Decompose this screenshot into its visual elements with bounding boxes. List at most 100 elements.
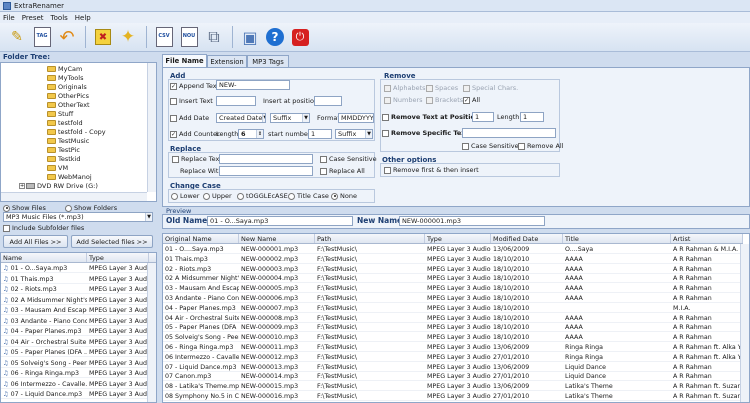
tree-item[interactable]: MyTools xyxy=(1,73,83,82)
add-counter-option[interactable]: ✓ Add Counter xyxy=(170,130,220,138)
case-toggle-option[interactable]: tOGGLEcASE xyxy=(237,192,288,200)
replace-with-input[interactable] xyxy=(219,166,313,176)
results-row[interactable]: 06 - Ringa Ringa.mp3 NEW-000011.mp3 F:\Tes… xyxy=(163,343,743,352)
file-list-header-type[interactable]: Type xyxy=(87,253,149,262)
results-row[interactable]: 08 - Latika's Theme.mp3 NEW-000015.mp3 F:\… xyxy=(163,382,743,392)
date-format-select[interactable]: MMDDYYYY▼ xyxy=(338,113,374,123)
remove-all-occurrences-checkbox[interactable] xyxy=(518,142,525,150)
tree-item[interactable]: VM xyxy=(1,163,68,172)
file-list[interactable]: Name Type ♫ 01 - O...Saya.mp3 MPEG Layer … xyxy=(0,252,157,403)
results-header-path[interactable]: Path xyxy=(315,234,425,243)
replace-text-option[interactable]: Replace Text xyxy=(172,155,222,163)
copy-icon[interactable]: ⧉ xyxy=(202,25,226,49)
add-date-option[interactable]: Add Date xyxy=(170,114,209,122)
remove-numbers-checkbox[interactable] xyxy=(384,96,391,104)
results-header-new-name[interactable]: New Name xyxy=(239,234,315,243)
file-list-row[interactable]: ♫ 03 Andante - Piano Conc... MPEG Layer 3… xyxy=(1,317,149,326)
tree-item[interactable]: Testkid xyxy=(1,154,81,163)
menu-preset[interactable]: Preset xyxy=(22,14,44,22)
remove-spaces-checkbox[interactable] xyxy=(426,84,433,92)
remove-first-insert-checkbox[interactable] xyxy=(384,166,391,174)
replace-text-checkbox[interactable] xyxy=(172,155,179,163)
csv-icon[interactable]: CSV xyxy=(152,25,176,49)
menu-help[interactable]: Help xyxy=(75,14,91,22)
results-row[interactable]: 03 Andante - Piano Conc...NEW-000006.mp3… xyxy=(163,294,743,303)
append-text-input[interactable]: NEW- xyxy=(216,80,290,90)
remove-case-sensitive-checkbox[interactable] xyxy=(462,142,469,150)
tree-item[interactable]: Stuff xyxy=(1,109,73,118)
remove-all-chars-checkbox[interactable]: ✓ xyxy=(463,96,470,104)
append-text-checkbox[interactable]: ✓ xyxy=(170,82,177,90)
file-list-row[interactable]: ♫ 07 - Liquid Dance.mp3 MPEG Layer 3 Audi… xyxy=(1,390,149,399)
remove-alphabets-option[interactable]: Alphabets xyxy=(384,84,426,92)
case-lower-option[interactable]: Lower xyxy=(171,192,199,200)
expand-icon[interactable]: + xyxy=(19,182,25,189)
menu-file[interactable]: File xyxy=(3,14,15,22)
tab-extension[interactable]: Extension xyxy=(207,55,247,67)
results-row[interactable]: 07 Canon.mp3 NEW-000014.mp3 F:\TestMusic\ M… xyxy=(163,372,743,382)
file-list-row[interactable]: ♫ 05 - Paper Planes (DFA ... MPEG Layer 3… xyxy=(1,348,149,357)
case-title-option[interactable]: Title Case xyxy=(288,192,329,200)
add-date-checkbox[interactable] xyxy=(170,114,177,122)
remove-brackets-option[interactable]: Brackets xyxy=(426,96,463,104)
file-list-row[interactable]: ♫ 06 - Ringa Ringa.mp3 MPEG Layer 3 Audio xyxy=(1,369,149,378)
add-counter-checkbox[interactable]: ✓ xyxy=(170,130,177,138)
results-row[interactable]: 04 Air - Orchestral Suite ...NEW-000008.… xyxy=(163,314,743,323)
results-row[interactable]: 01 Thais.mp3 NEW-000002.mp3 F:\TestMusic\ M… xyxy=(163,255,743,264)
file-list-row[interactable]: ♫ 05 Solveig's Song - Peer ... MPEG Layer… xyxy=(1,359,149,368)
file-list-scrollbar[interactable] xyxy=(147,263,156,402)
results-scrollbar[interactable] xyxy=(740,244,749,402)
include-subfolder-checkbox[interactable] xyxy=(3,224,10,232)
case-none-radio[interactable] xyxy=(331,192,338,200)
file-type-filter[interactable]: MP3 Music Files (*.mp3) ▼ xyxy=(3,212,153,222)
results-header-title[interactable]: Title xyxy=(563,234,671,243)
clear-icon[interactable]: ✦ xyxy=(116,25,140,49)
results-row[interactable]: 06 Intermezzo - Cavalleri...NEW-000012.m… xyxy=(163,353,743,362)
remove-alphabets-checkbox[interactable] xyxy=(384,84,391,92)
remove-specific-text-checkbox[interactable] xyxy=(382,129,389,137)
show-files-radio[interactable] xyxy=(3,204,10,212)
tree-horizontal-scrollbar[interactable] xyxy=(1,192,147,201)
show-folders-option[interactable]: Show Folders xyxy=(65,204,117,212)
remove-all-chars-option[interactable]: ✓ All xyxy=(463,96,480,104)
remove-special-chars-option[interactable]: Special Chars. xyxy=(463,84,518,92)
file-list-header-name[interactable]: Name xyxy=(1,253,87,262)
replace-all-checkbox[interactable] xyxy=(320,167,327,175)
results-header-type[interactable]: Type xyxy=(425,234,491,243)
results-row[interactable]: 02 A Midsummer Night's...NEW-000004.mp3 F… xyxy=(163,274,743,284)
tree-item[interactable]: testfold xyxy=(1,118,83,127)
tag-icon[interactable]: TAG xyxy=(30,25,54,49)
tree-item[interactable]: OtherText xyxy=(1,100,90,109)
rename-results-grid[interactable]: Original Name New Name Path Type Modifie… xyxy=(162,233,750,403)
help-icon[interactable]: ? xyxy=(263,25,287,49)
remove-position-input[interactable]: 1 xyxy=(472,112,494,122)
tree-item[interactable]: OtherPics xyxy=(1,91,89,100)
counter-position-select[interactable]: Suffix ▼ xyxy=(335,129,373,139)
file-list-row[interactable]: ♫ 04 Air - Orchestral Suite ... MPEG Laye… xyxy=(1,338,149,347)
results-row[interactable]: 01 - O....Saya.mp3 NEW-000001.mp3 F:\TestM… xyxy=(163,245,743,254)
results-row[interactable]: 05 - Paper Planes (DFA ... NEW-000009.mp3… xyxy=(163,323,743,333)
file-list-row[interactable]: ♫ 01 Thais.mp3 MPEG Layer 3 Audio xyxy=(1,275,149,284)
file-list-row[interactable]: ♫ 04 - Paper Planes.mp3 MPEG Layer 3 Audi… xyxy=(1,327,149,336)
date-position-select[interactable]: Suffix ▼ xyxy=(270,113,310,123)
remove-numbers-option[interactable]: Numbers xyxy=(384,96,423,104)
remove-specific-text-input[interactable] xyxy=(462,128,556,138)
insert-text-input[interactable] xyxy=(216,96,256,106)
nou-icon[interactable]: NOU xyxy=(177,25,201,49)
tree-item[interactable]: testfold - Copy xyxy=(1,127,106,136)
show-files-option[interactable]: Show Files xyxy=(3,204,46,212)
tab-mp3-tags[interactable]: MP3 Tags xyxy=(247,55,289,67)
results-header-modified-date[interactable]: Modified Date xyxy=(491,234,563,243)
tab-file-name[interactable]: File Name xyxy=(162,54,207,67)
remove-all-occurrences-option[interactable]: Remove All xyxy=(518,142,564,150)
case-toggle-radio[interactable] xyxy=(237,192,244,200)
replace-case-sensitive-checkbox[interactable] xyxy=(320,155,327,163)
file-list-row[interactable]: ♫ 02 - Riots.mp3 MPEG Layer 3 Audio xyxy=(1,285,149,294)
case-upper-option[interactable]: Upper xyxy=(203,192,232,200)
show-folders-radio[interactable] xyxy=(65,204,72,212)
tree-item[interactable]: MyCam xyxy=(1,64,82,73)
remove-brackets-checkbox[interactable] xyxy=(426,96,433,104)
remove-specific-text-option[interactable]: Remove Specific Text xyxy=(382,129,469,137)
replace-case-sensitive-option[interactable]: Case Sensitive xyxy=(320,155,377,163)
results-row[interactable]: 02 - Riots.mp3 NEW-000003.mp3 F:\TestMusic… xyxy=(163,265,743,274)
